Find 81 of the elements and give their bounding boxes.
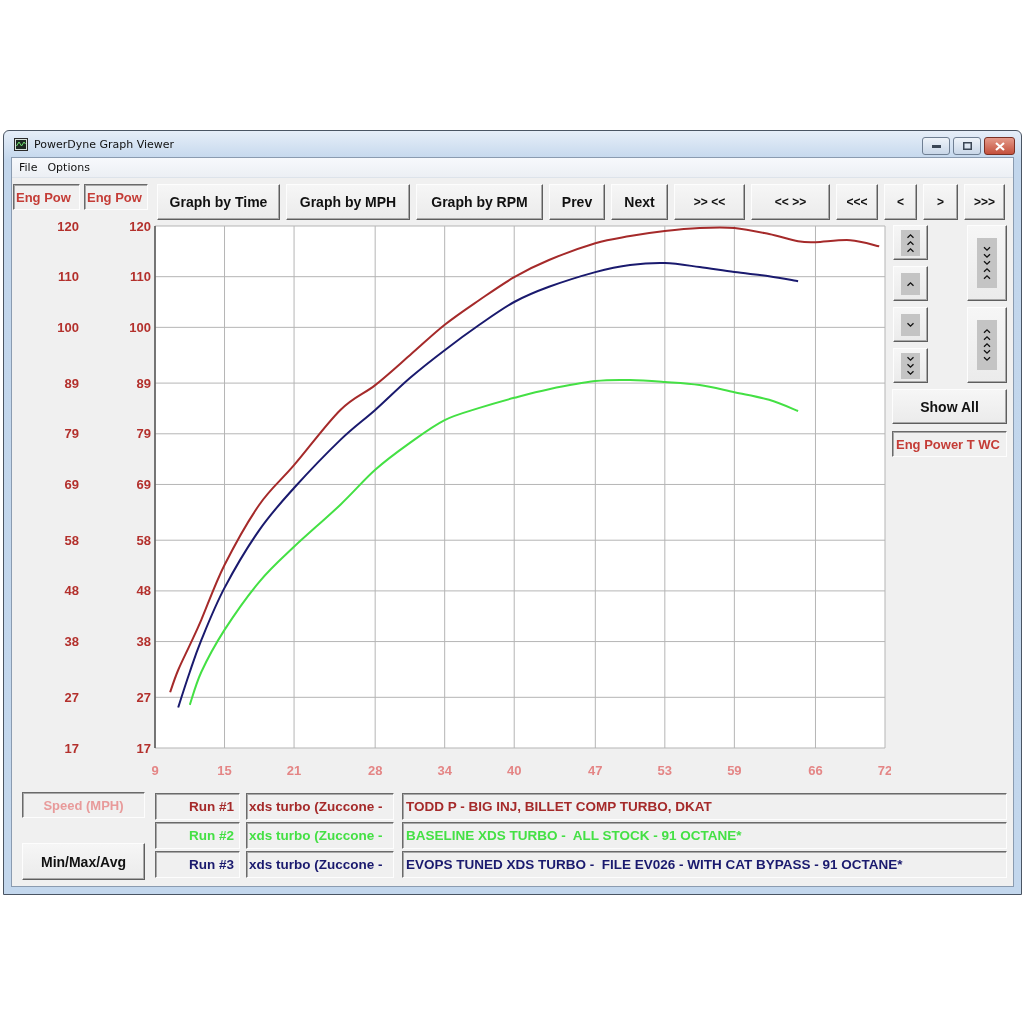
y-tick-label: 58	[136, 532, 151, 548]
close-icon	[994, 141, 1005, 151]
y-tick-label: 89	[136, 375, 151, 391]
y-tick-label: 58	[64, 532, 79, 548]
x-tick-label: 9	[151, 762, 159, 778]
run-file-name: xds turbo (Zuccone -	[246, 793, 394, 820]
x-tick-label: 47	[588, 762, 603, 778]
x-tick-label: 59	[727, 762, 742, 778]
y-tick-label: 100	[129, 319, 151, 335]
y-tick-label: 17	[64, 740, 79, 756]
close-button[interactable]	[984, 137, 1015, 155]
x-tick-label: 21	[286, 762, 302, 778]
triple-down-chevron-icon	[901, 352, 920, 379]
up-down-button[interactable]	[967, 307, 1007, 383]
y-tick-label: 120	[57, 218, 79, 234]
run-description: EVOPS TUNED XDS TURBO - FILE EV026 - WITH CAT BYPASS - 91 OCTANE*	[402, 851, 1007, 878]
run-file-name: xds turbo (Zuccone -	[246, 822, 394, 849]
minimize-button[interactable]	[922, 137, 950, 155]
run-label: Run #2	[155, 822, 240, 849]
triple-up-button[interactable]	[893, 225, 928, 260]
x-tick-label: 15	[217, 762, 232, 778]
show-all-button[interactable]: Show All	[892, 389, 1007, 424]
x-tick-label: 66	[808, 762, 823, 778]
x-tick-label: 40	[506, 762, 522, 778]
up-down-chevron-icon	[977, 320, 997, 370]
y-tick-label: 110	[130, 269, 151, 285]
down-chevron-icon	[901, 313, 920, 336]
toolbar-button[interactable]: << >>	[751, 184, 830, 220]
y-tick-label: 79	[136, 426, 151, 442]
down-button[interactable]	[893, 307, 928, 342]
toolbar-button[interactable]: <<<	[836, 184, 878, 220]
x-tick-label: 72	[877, 762, 891, 778]
toolbar-button[interactable]: <	[884, 184, 917, 220]
menu-item[interactable]: File	[14, 161, 43, 174]
axis-title: Speed (MPH)	[22, 792, 145, 818]
y-tick-label: 89	[64, 375, 79, 391]
down-up-button[interactable]	[967, 225, 1007, 301]
axis-title: Eng Pow	[13, 184, 80, 210]
run-label: Run #3	[155, 851, 240, 878]
y-tick-label: 100	[57, 319, 79, 335]
y-tick-label: 27	[64, 689, 79, 705]
channel-label: Eng Power T WC	[892, 431, 1007, 457]
y-tick-label: 27	[136, 689, 151, 705]
toolbar-button[interactable]: >>>	[964, 184, 1005, 220]
x-tick-label: 34	[437, 762, 452, 778]
toolbar-button[interactable]: >	[923, 184, 958, 220]
up-chevron-icon	[901, 272, 920, 295]
y-tick-label: 69	[136, 476, 151, 492]
chart-icon	[14, 137, 28, 151]
triple-up-chevron-icon	[901, 229, 920, 256]
maximize-icon	[962, 142, 972, 150]
y-tick-label: 120	[129, 218, 151, 234]
run-label: Run #1	[155, 793, 240, 820]
triple-down-button[interactable]	[893, 348, 928, 383]
toolbar-button[interactable]: Graph by MPH	[286, 184, 410, 220]
up-button[interactable]	[893, 266, 928, 301]
y-tick-label: 110	[58, 269, 79, 285]
y-tick-label: 48	[64, 583, 79, 599]
run-file-name: xds turbo (Zuccone -	[246, 851, 394, 878]
minimize-icon	[931, 144, 941, 148]
run-description: TODD P - BIG INJ, BILLET COMP TURBO, DKAT	[402, 793, 1007, 820]
y-tick-label: 38	[64, 634, 79, 650]
menu-item[interactable]: Options	[42, 161, 95, 174]
toolbar-button[interactable]: Graph by RPM	[416, 184, 543, 220]
toolbar-button[interactable]: Prev	[549, 184, 605, 220]
down-up-chevron-icon	[977, 238, 997, 288]
y-tick-label: 79	[64, 426, 79, 442]
toolbar-button[interactable]: Graph by Time	[157, 184, 280, 220]
maximize-button[interactable]	[953, 137, 981, 155]
y-tick-label: 48	[136, 583, 151, 599]
axis-title: Eng Pow	[84, 184, 148, 210]
run-description: BASELINE XDS TURBO - ALL STOCK - 91 OCTANE*	[402, 822, 1007, 849]
min-max-avg-button[interactable]: Min/Max/Avg	[22, 843, 145, 880]
window-title: PowerDyne Graph Viewer	[34, 137, 176, 151]
toolbar-button[interactable]: >> <<	[674, 184, 745, 220]
toolbar-button[interactable]: Next	[611, 184, 668, 220]
y-tick-label: 38	[136, 634, 151, 650]
x-tick-label: 28	[367, 762, 383, 778]
y-tick-label: 69	[64, 476, 79, 492]
y-tick-label: 17	[136, 740, 151, 756]
x-tick-label: 53	[657, 762, 673, 778]
